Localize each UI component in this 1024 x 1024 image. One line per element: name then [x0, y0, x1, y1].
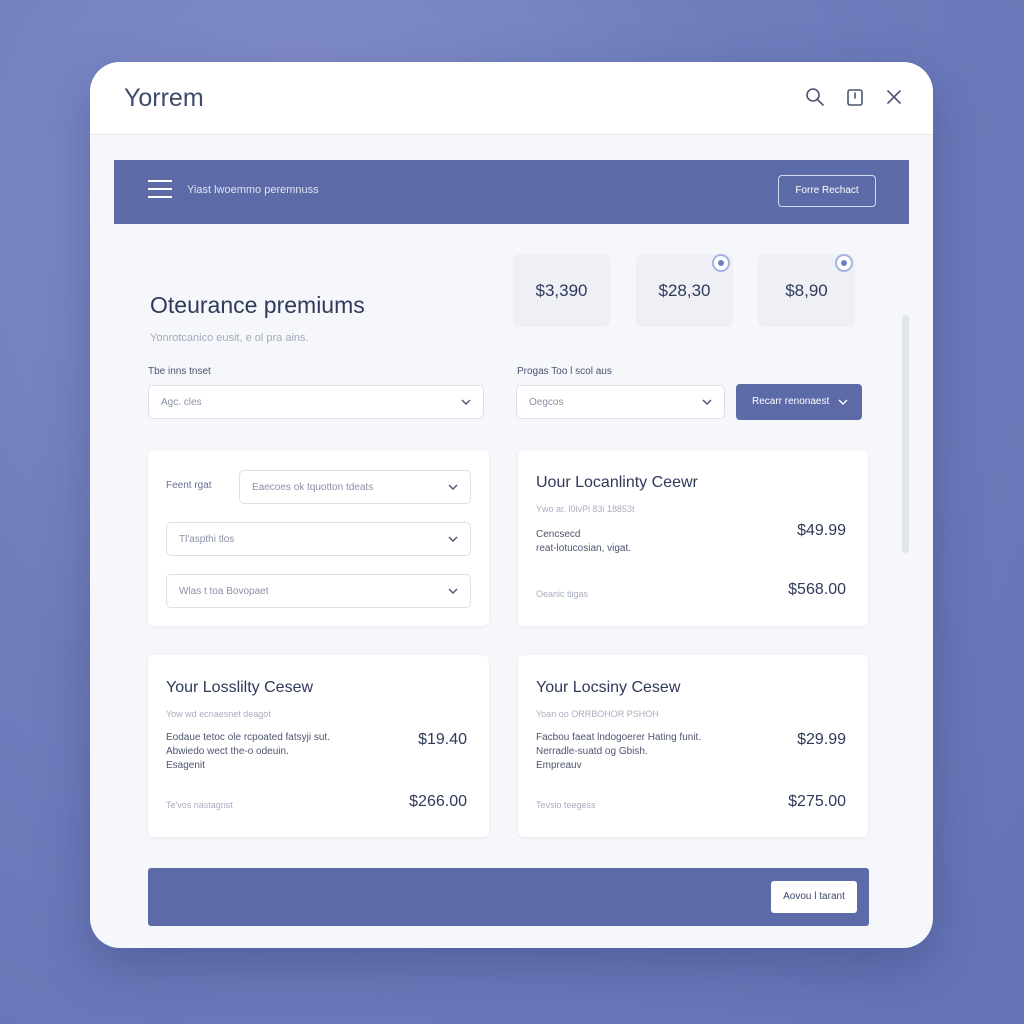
select-value: Agc. cles: [161, 397, 202, 408]
title-bar: Yorrem: [90, 62, 933, 135]
save-icon[interactable]: [844, 86, 866, 108]
stat-card: $3,390: [513, 254, 610, 327]
filter-card: Feent rgat Eaecoes ok tquotton tdeats Tl…: [148, 450, 489, 626]
search-icon[interactable]: [804, 86, 826, 108]
chevron-down-icon: [702, 397, 712, 407]
app-window: Yorrem Yiast lwoemmo peremnuss Forre Rec…: [90, 62, 933, 948]
plan-description: Facbou faeat lndogoerer Hating funit. Ne…: [536, 731, 701, 773]
plan-title: Uour Locanlinty Ceewr: [536, 474, 698, 491]
plan-description-line: Eodaue tetoc ole rcpoated fatsyji sut.: [166, 732, 330, 743]
scrollbar[interactable]: [902, 315, 909, 553]
plan-card[interactable]: Your Locsiny Cesew Yoan oo ORRBOHOR PSHO…: [518, 655, 868, 837]
action-dropdown-button[interactable]: Recarr renonaest: [736, 384, 862, 420]
filter-card-select[interactable]: Wlas t toa Bovopaet: [166, 574, 471, 608]
app-title: Yorrem: [124, 84, 204, 112]
button-label: Recarr renonaest: [752, 396, 830, 407]
plan-price: $19.40: [418, 731, 467, 748]
plan-footer-text: Tevsio teegess: [536, 800, 596, 810]
chevron-down-icon: [461, 397, 471, 407]
close-icon[interactable]: [883, 86, 905, 108]
banner-text: Yiast lwoemmo peremnuss: [187, 184, 319, 196]
plan-title: Your Losslilty Cesew: [166, 679, 314, 696]
plan-description-line: Facbou faeat lndogoerer Hating funit.: [536, 732, 702, 743]
hamburger-menu-icon[interactable]: [148, 180, 172, 202]
page-title: Oteurance premiums: [150, 292, 365, 318]
chevron-down-icon: [448, 534, 458, 544]
header-banner: Yiast lwoemmo peremnuss Forre Rechact: [114, 160, 909, 224]
filter-select-left[interactable]: Agc. cles: [148, 385, 484, 419]
plan-footer-text: Oeanic tiigas: [536, 589, 589, 599]
plan-description-line: Nerradle-suatd og Gbish.: [536, 746, 648, 757]
chevron-down-icon: [838, 397, 848, 407]
footer-bar: Aovou l tarant: [148, 868, 869, 926]
footer-action-button[interactable]: Aovou l tarant: [771, 881, 857, 913]
plan-footer-text: Te'vos nastagnst: [166, 800, 233, 810]
filter-card-select[interactable]: Eaecoes ok tquotton tdeats: [239, 470, 471, 504]
filter-card-select[interactable]: Tl'aspthi tlos: [166, 522, 471, 556]
plan-subtitle: Ywo ar. l0lvPi 83i 18853t: [536, 504, 635, 514]
plan-price: $49.99: [797, 522, 846, 539]
filter-card-label: Feent rgat: [166, 480, 212, 491]
chevron-down-icon: [448, 482, 458, 492]
plan-subtitle: Yow wd ecnaesnet deagot: [166, 709, 271, 719]
plan-description-line: Cencsecd: [536, 529, 581, 540]
plan-total: $568.00: [788, 581, 846, 598]
select-value: Wlas t toa Bovopaet: [179, 586, 269, 597]
plan-description-line: Esagenit: [166, 760, 205, 771]
filter-label-left: Tbe inns tnset: [148, 366, 211, 377]
plan-description-line: Abwiedo wect the-o odeuin.: [166, 746, 289, 757]
select-value: Oegcos: [529, 397, 564, 408]
filter-label-right: Progas Too l scol aus: [517, 366, 612, 377]
banner-action-button[interactable]: Forre Rechact: [778, 175, 876, 207]
plan-price: $29.99: [797, 731, 846, 748]
plan-card[interactable]: Your Losslilty Cesew Yow wd ecnaesnet de…: [148, 655, 489, 837]
plan-total: $275.00: [788, 793, 846, 810]
stat-badge-icon: [712, 254, 730, 272]
plan-description: Cencsecd reat-lotucosian, vigat.: [536, 528, 631, 556]
select-value: Tl'aspthi tlos: [179, 534, 235, 545]
plan-description-line: reat-lotucosian, vigat.: [536, 543, 632, 554]
plan-subtitle: Yoan oo ORRBOHOR PSHOH: [536, 709, 659, 719]
plan-title: Your Locsiny Cesew: [536, 679, 681, 696]
plan-description: Eodaue tetoc ole rcpoated fatsyji sut. A…: [166, 731, 330, 773]
plan-total: $266.00: [409, 793, 467, 810]
select-value: Eaecoes ok tquotton tdeats: [252, 482, 374, 493]
stat-badge-icon: [835, 254, 853, 272]
plan-card[interactable]: Uour Locanlinty Ceewr Ywo ar. l0lvPi 83i…: [518, 450, 868, 626]
plan-description-line: Empreauv: [536, 760, 582, 771]
page-subtitle: Yonrotcanico eusit, e ol pra ains.: [150, 332, 309, 344]
filter-select-right[interactable]: Oegcos: [516, 385, 725, 419]
chevron-down-icon: [448, 586, 458, 596]
